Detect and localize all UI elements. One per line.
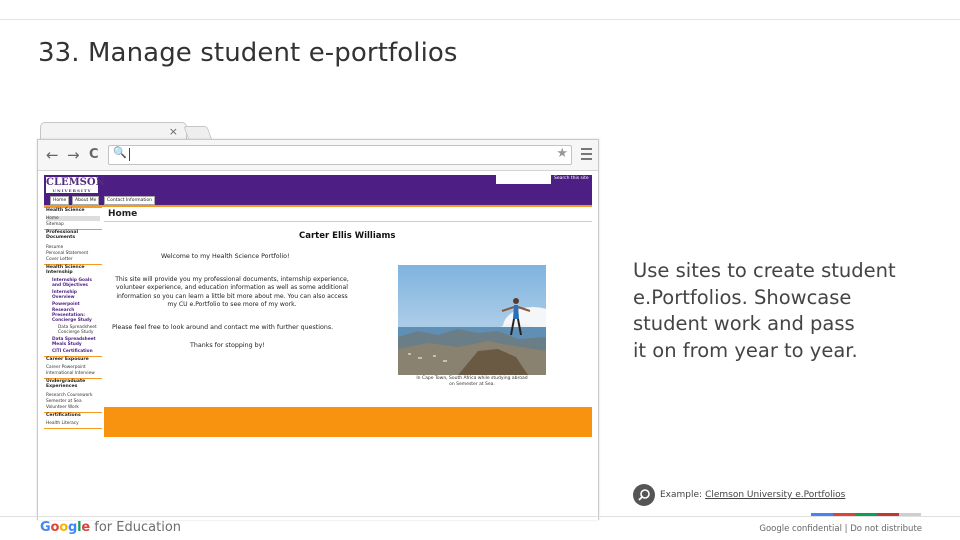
description-line: Use sites to create student — [633, 259, 896, 282]
profile-photo — [398, 265, 546, 375]
photo-caption: In Cape Town, South Africa while studyin… — [416, 376, 528, 387]
browser-menu-icon[interactable] — [581, 148, 592, 163]
sidebar-item-data-spreadsheet-2[interactable]: Data Spreadsheet Meals Study — [52, 337, 100, 347]
sidebar-item-cover-letter[interactable]: Cover Letter — [46, 257, 73, 262]
magnifier-icon — [633, 484, 655, 506]
back-icon[interactable]: ← — [46, 146, 59, 164]
google-wordmark: Google — [40, 520, 90, 535]
top-divider — [0, 19, 960, 20]
sidebar-heading-certifications[interactable]: Certifications — [44, 413, 102, 421]
sidebar-heading-internship[interactable]: Health Science Internship — [44, 265, 102, 277]
google-for-education-logo: Google for Education — [40, 520, 181, 535]
search-icon: 🔍 — [113, 146, 127, 159]
logo-subtext: UNIVERSITY — [52, 188, 92, 193]
site-navbar: Home About Me Contact Information — [44, 195, 592, 207]
example-link[interactable]: Clemson University e.Portfolios — [705, 490, 845, 500]
slide-description: Use sites to create student e.Portfolios… — [633, 258, 933, 364]
browser-toolbar: ← → C 🔍 ★ — [38, 140, 598, 171]
welcome-text: Welcome to my Health Science Portfolio! — [161, 253, 290, 260]
sidebar-item-overview[interactable]: Internship Overview — [52, 290, 92, 300]
portfolio-site: CLEMSON UNIVERSITY Search this site Home… — [44, 175, 592, 437]
slide-title: 33. Manage student e-portfolios — [38, 38, 458, 68]
description-line: student work and pass — [633, 312, 855, 335]
sidebar-item-home[interactable]: Home — [46, 216, 100, 221]
description-line: e.Portfolios. Showcase — [633, 285, 852, 309]
sidebar-item-volunteer[interactable]: Volunteer Work — [46, 405, 79, 410]
contact-text: Please feel free to look around and cont… — [112, 324, 334, 331]
site-footer-band — [104, 407, 592, 437]
site-search-input[interactable] — [496, 175, 551, 184]
description-line: it on from year to year. — [633, 338, 858, 362]
owner-name: Carter Ellis Williams — [299, 231, 396, 241]
sidebar-item-powerpoint[interactable]: Powerpoint — [52, 302, 80, 307]
sidebar-item-citi[interactable]: CITI Certification — [52, 349, 93, 354]
thanks-text: Thanks for stopping by! — [190, 342, 265, 349]
sidebar-item-semester-at-sea[interactable]: Semester at Sea — [46, 399, 82, 404]
close-icon[interactable]: × — [169, 125, 178, 138]
browser-window: ← → C 🔍 ★ CLEMSON UNIVERSITY Search this… — [37, 139, 599, 520]
bottom-divider — [0, 516, 960, 517]
sidebar-divider — [44, 428, 102, 429]
site-content: Home Carter Ellis Williams Welcome to my… — [104, 207, 592, 407]
sidebar-item-research[interactable]: Research Presentation: Concierge Study — [52, 308, 100, 323]
brand-suffix: for Education — [94, 520, 182, 535]
sidebar-item-sitemap[interactable]: Sitemap — [46, 222, 64, 227]
nav-about-me[interactable]: About Me — [72, 196, 100, 205]
sidebar-item-career-powerpoint[interactable]: Career Powerpoint — [46, 365, 86, 370]
logo-text: CLEMSON — [46, 177, 105, 188]
text-cursor — [129, 148, 130, 161]
sidebar-item-resume[interactable]: Resume — [46, 245, 63, 250]
clemson-logo[interactable]: CLEMSON UNIVERSITY — [46, 177, 105, 193]
sidebar-heading-health-science[interactable]: Health Science — [44, 207, 102, 215]
sidebar-heading-undergraduate[interactable]: Undergraduate Experiences — [44, 379, 102, 391]
sidebar-item-goals[interactable]: Internship Goals and Objectives — [52, 278, 100, 288]
sidebar-item-research-coursework[interactable]: Research Coursework — [46, 393, 92, 398]
example-label: Example: — [660, 490, 703, 500]
forward-icon[interactable]: → — [67, 146, 80, 164]
address-bar[interactable]: 🔍 ★ — [108, 145, 572, 165]
photo-image — [398, 265, 546, 375]
sidebar-item-international[interactable]: International Interview — [46, 371, 95, 376]
sidebar-item-personal-statement[interactable]: Personal Statement — [46, 251, 88, 256]
sidebar-item-health-literacy[interactable]: Health Literacy — [46, 421, 79, 426]
sidebar-item-data-spreadsheet[interactable]: Data Spreadsheet Concierge Study — [58, 325, 100, 335]
reload-icon[interactable]: C — [89, 147, 99, 162]
sidebar-heading-career[interactable]: Career Exposure — [44, 357, 102, 365]
bookmark-star-icon[interactable]: ★ — [556, 146, 568, 161]
example-reference: Example: Clemson University e.Portfolios — [633, 483, 845, 507]
site-search-button[interactable]: Search this site — [554, 176, 589, 181]
sidebar-heading-documents[interactable]: Professional Documents — [44, 230, 102, 242]
nav-home[interactable]: Home — [50, 196, 70, 205]
heading-divider — [104, 221, 592, 222]
site-sidebar: Health Science Home Sitemap Professional… — [44, 207, 102, 437]
nav-contact[interactable]: Contact Information — [104, 196, 155, 205]
page-heading: Home — [108, 209, 138, 219]
confidential-notice: Google confidential | Do not distribute — [759, 524, 922, 534]
intro-paragraph: This site will provide you my profession… — [115, 276, 349, 308]
